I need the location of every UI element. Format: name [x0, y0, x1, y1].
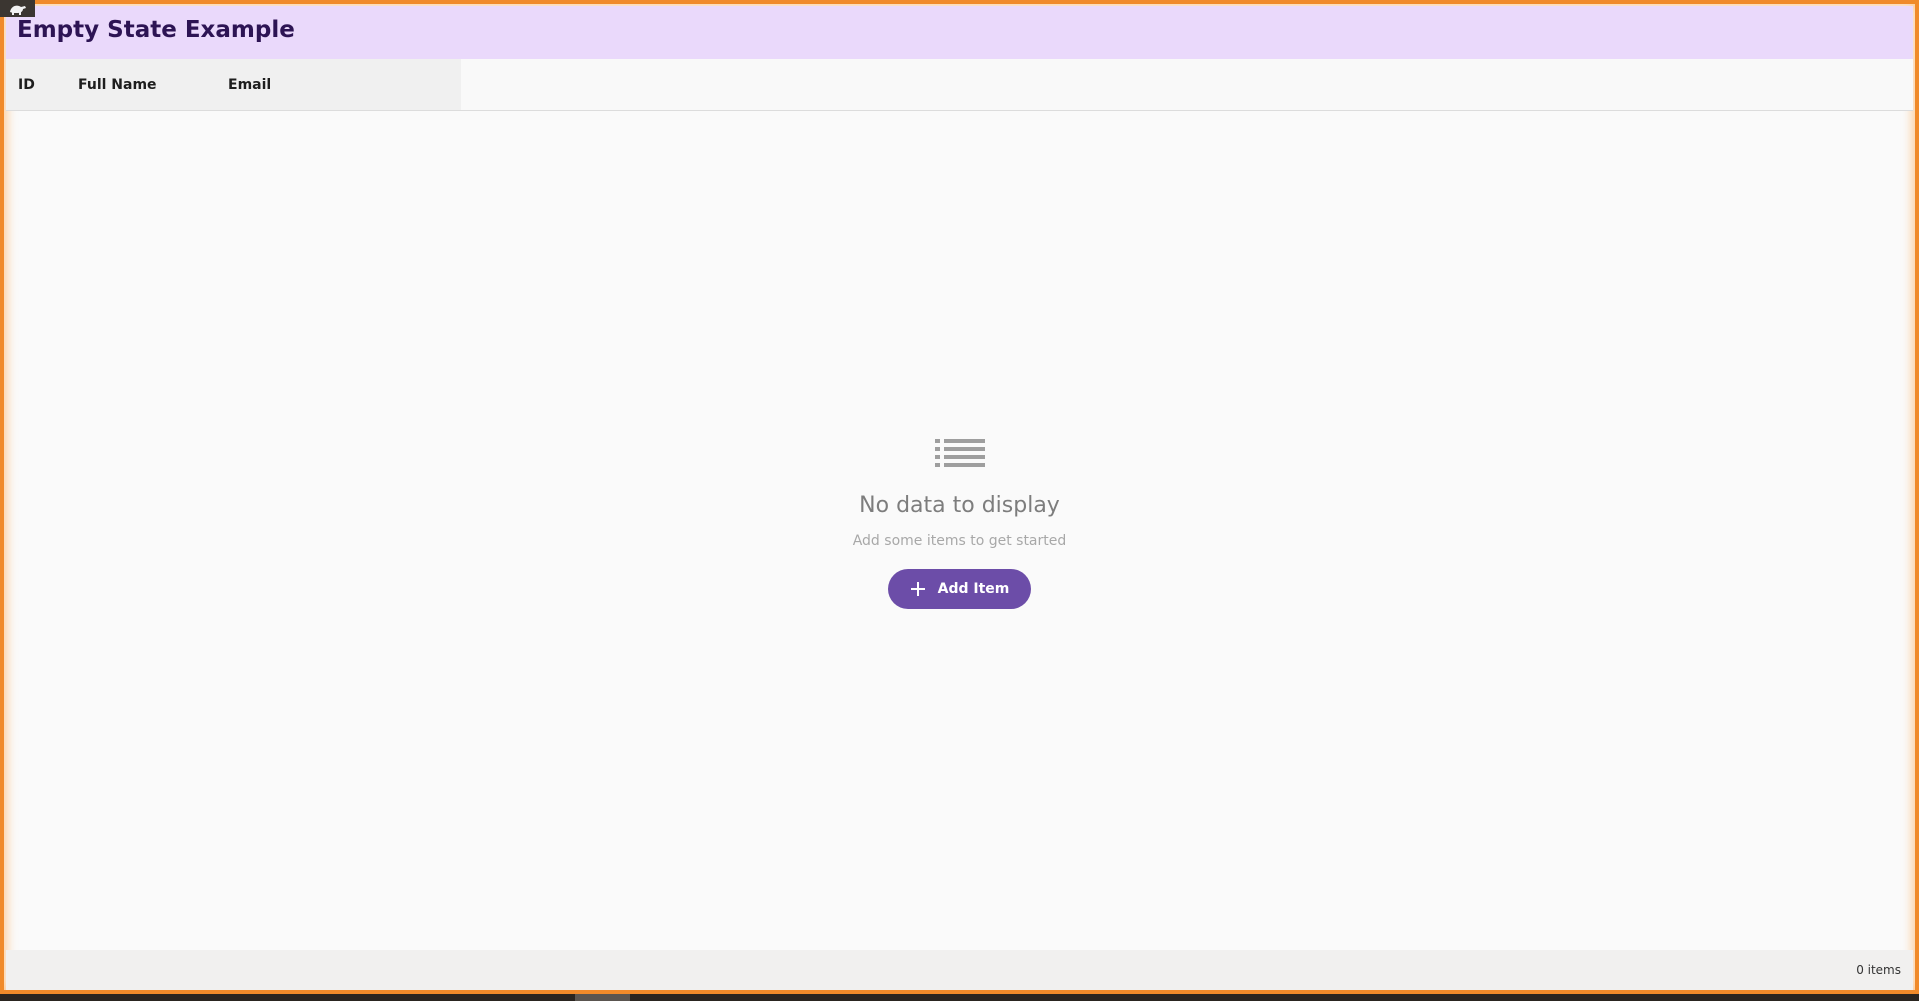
app-icon[interactable] [0, 0, 35, 17]
add-item-button[interactable]: Add Item [888, 569, 1031, 609]
empty-state-subtitle: Add some items to get started [852, 533, 1067, 549]
item-count: 0 items [1856, 963, 1901, 977]
column-header-group: ID Full Name Email [6, 59, 461, 110]
column-header-id[interactable]: ID [18, 59, 35, 110]
table-header: ID Full Name Email [6, 59, 1913, 111]
app-window: Empty State Example ID Full Name Email N… [0, 0, 1919, 994]
title-bar: Empty State Example [6, 6, 1913, 59]
column-header-email[interactable]: Email [228, 59, 271, 110]
empty-state-title: No data to display [859, 493, 1060, 518]
window-title: Empty State Example [17, 17, 295, 43]
add-item-button-label: Add Item [937, 581, 1010, 597]
turtle-icon [9, 5, 26, 15]
plus-icon [910, 582, 925, 596]
status-bar: 0 items [6, 950, 1913, 990]
empty-state: No data to display Add some items to get… [4, 437, 1915, 609]
column-header-full-name[interactable]: Full Name [78, 59, 157, 110]
taskbar-indicator [575, 994, 630, 1001]
list-icon [934, 439, 985, 467]
